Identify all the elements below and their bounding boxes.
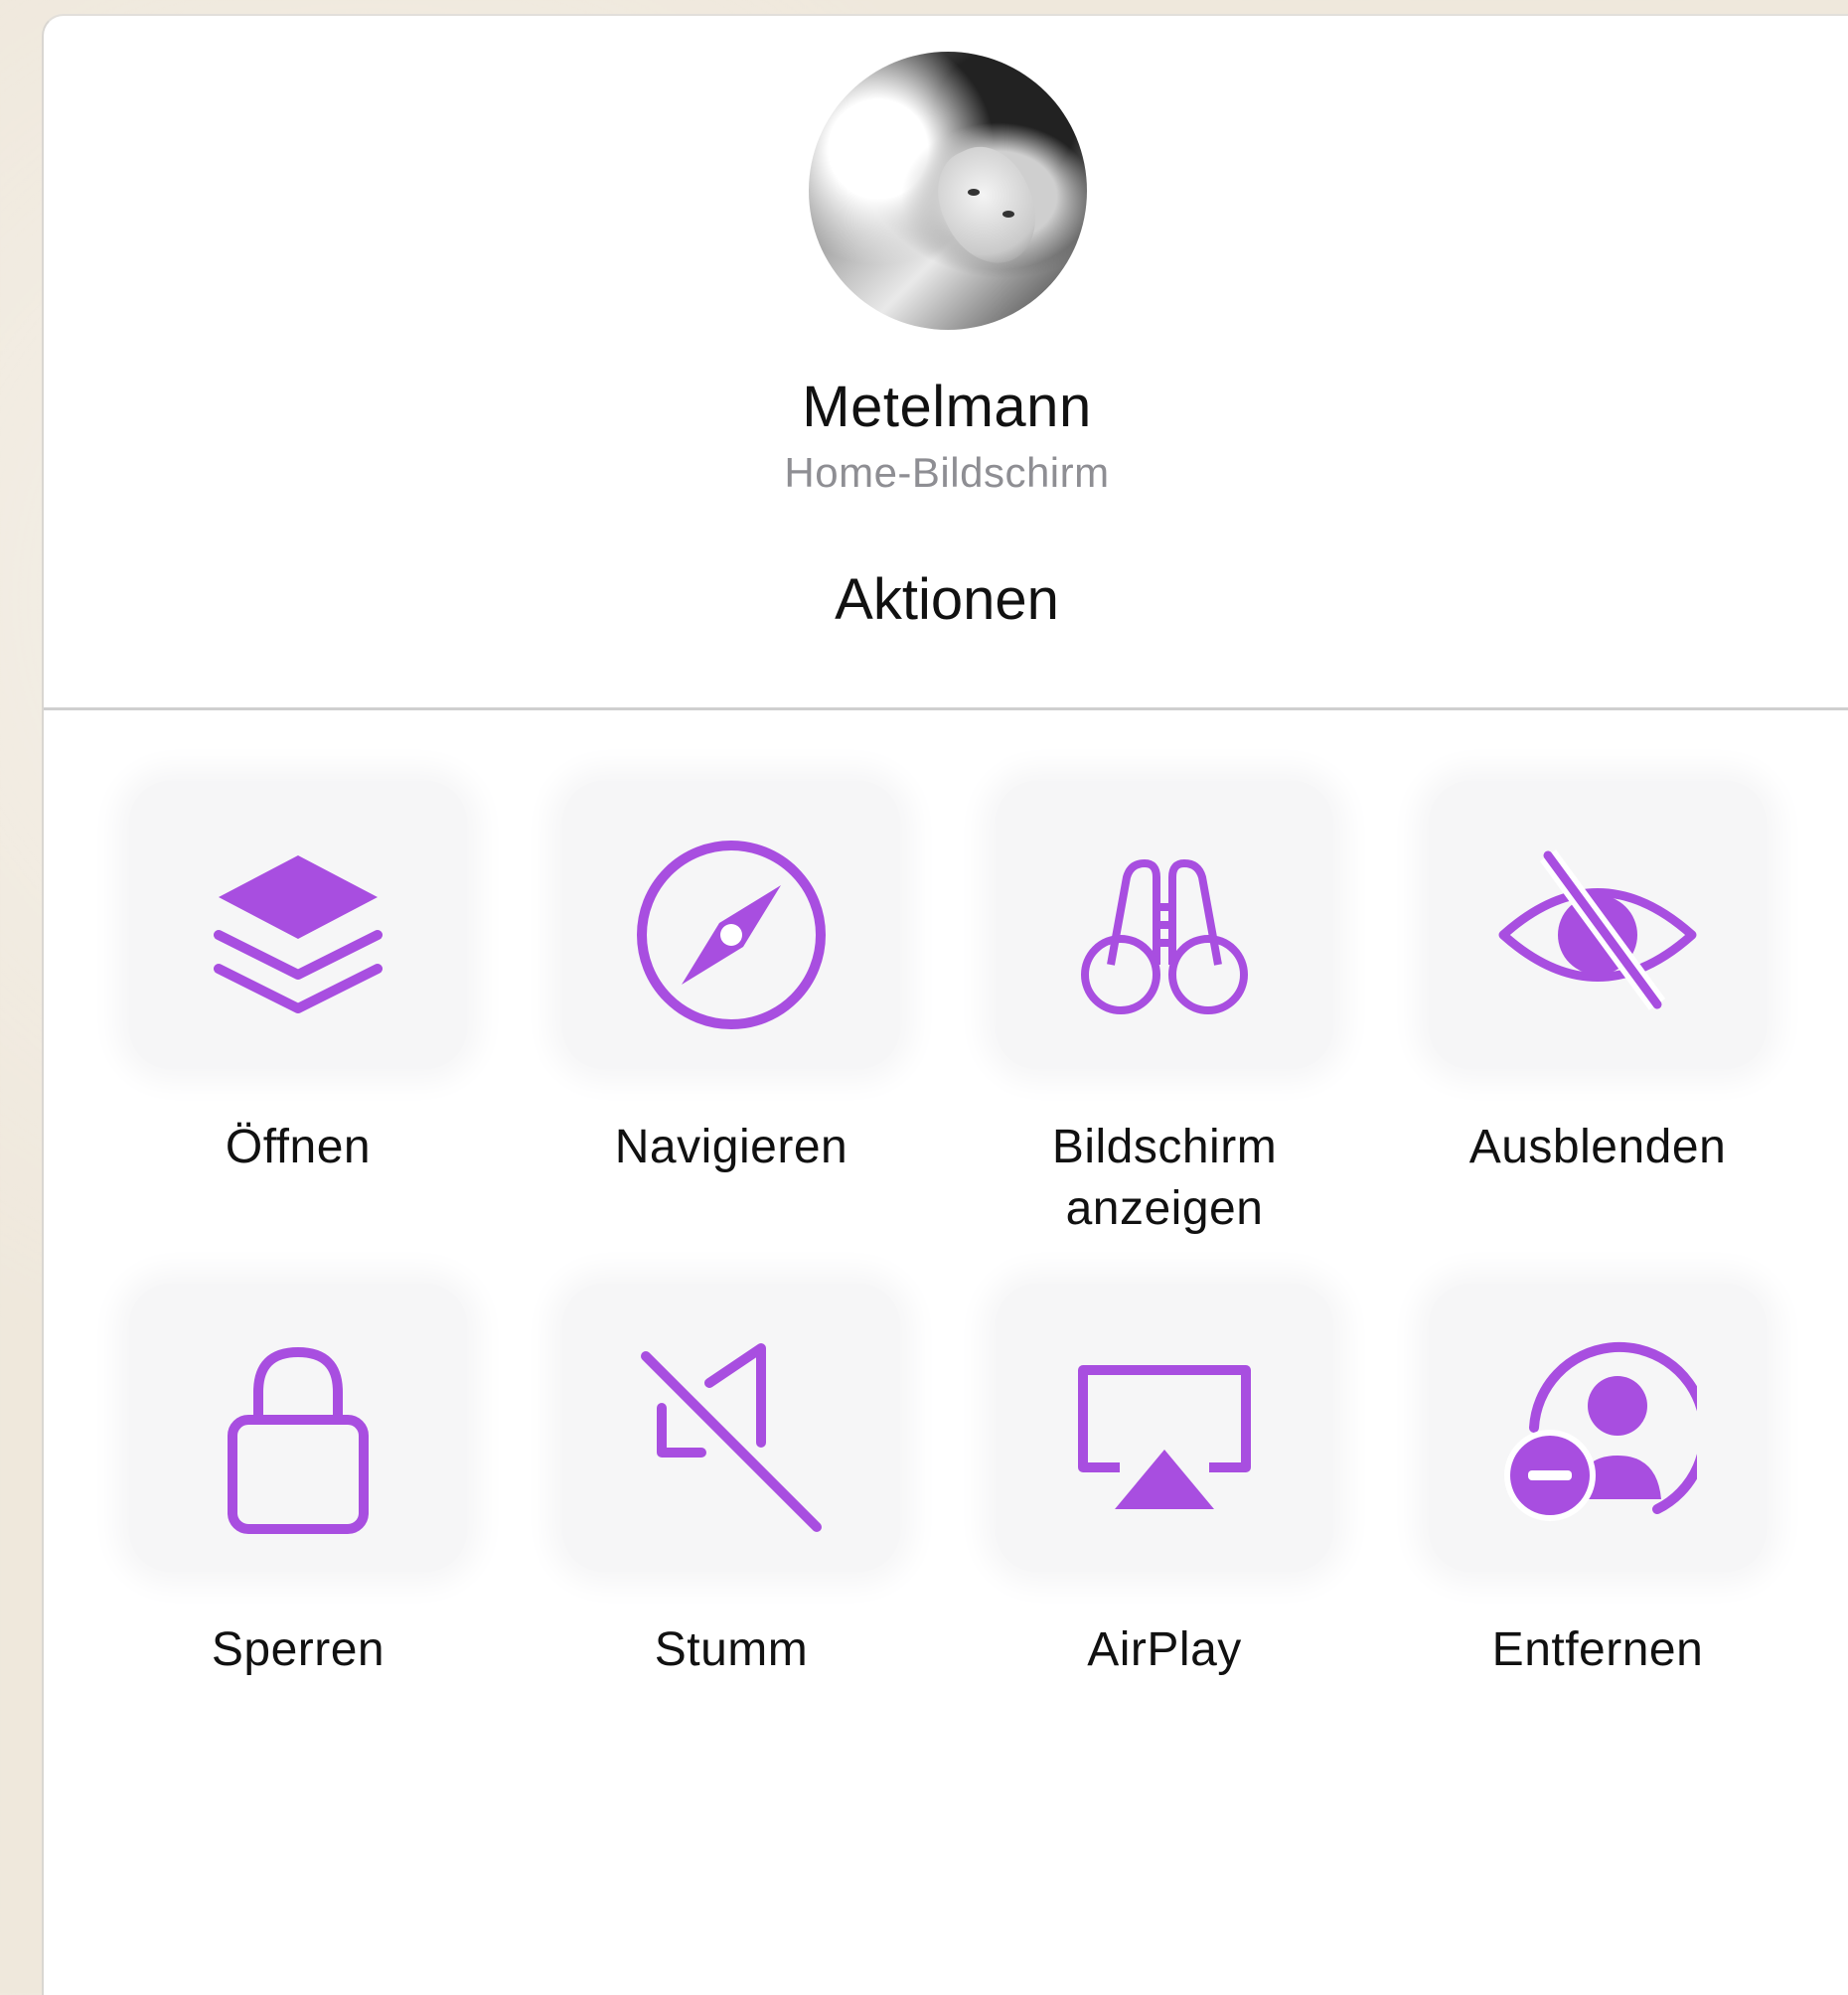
lock-icon — [228, 1346, 369, 1534]
contact-header: Metelmann Home-Bildschirm Aktionen — [44, 16, 1848, 707]
action-lock-button[interactable]: Sperren — [129, 1284, 467, 1676]
action-show-screen-label: Bildschirm anzeigen — [1051, 1121, 1278, 1235]
person-remove-icon — [1504, 1341, 1697, 1521]
action-remove-button[interactable]: Entfernen — [1429, 1284, 1767, 1676]
action-mute-label: Stumm — [654, 1623, 809, 1676]
eye-slash-icon — [1498, 849, 1697, 1010]
speaker-mute-icon — [641, 1343, 822, 1532]
contact-actions-panel: Metelmann Home-Bildschirm Aktionen Öffne… — [42, 14, 1848, 1995]
action-navigate-label: Navigieren — [614, 1121, 848, 1173]
action-open-label: Öffnen — [225, 1121, 372, 1173]
action-open-button[interactable]: Öffnen — [129, 781, 467, 1173]
action-remove-label: Entfernen — [1491, 1623, 1704, 1676]
airplay-icon — [1078, 1365, 1251, 1509]
section-title: Aktionen — [835, 567, 1059, 632]
binoculars-icon — [1081, 859, 1248, 1014]
divider — [44, 707, 1848, 710]
action-lock-label: Sperren — [211, 1623, 385, 1676]
avatar — [809, 52, 1087, 330]
action-airplay-button[interactable]: AirPlay — [996, 1284, 1333, 1676]
action-mute-button[interactable]: Stumm — [562, 1284, 900, 1676]
compass-icon — [637, 841, 826, 1029]
action-airplay-label: AirPlay — [1087, 1623, 1242, 1676]
contact-name: Metelmann — [802, 375, 1092, 439]
action-show-screen-button[interactable]: Bildschirm anzeigen — [996, 781, 1333, 1235]
action-hide-label: Ausblenden — [1468, 1121, 1727, 1173]
action-hide-button[interactable]: Ausblenden — [1429, 781, 1767, 1173]
action-navigate-button[interactable]: Navigieren — [562, 781, 900, 1173]
contact-subtitle: Home-Bildschirm — [784, 449, 1110, 496]
layers-icon — [214, 855, 383, 1013]
